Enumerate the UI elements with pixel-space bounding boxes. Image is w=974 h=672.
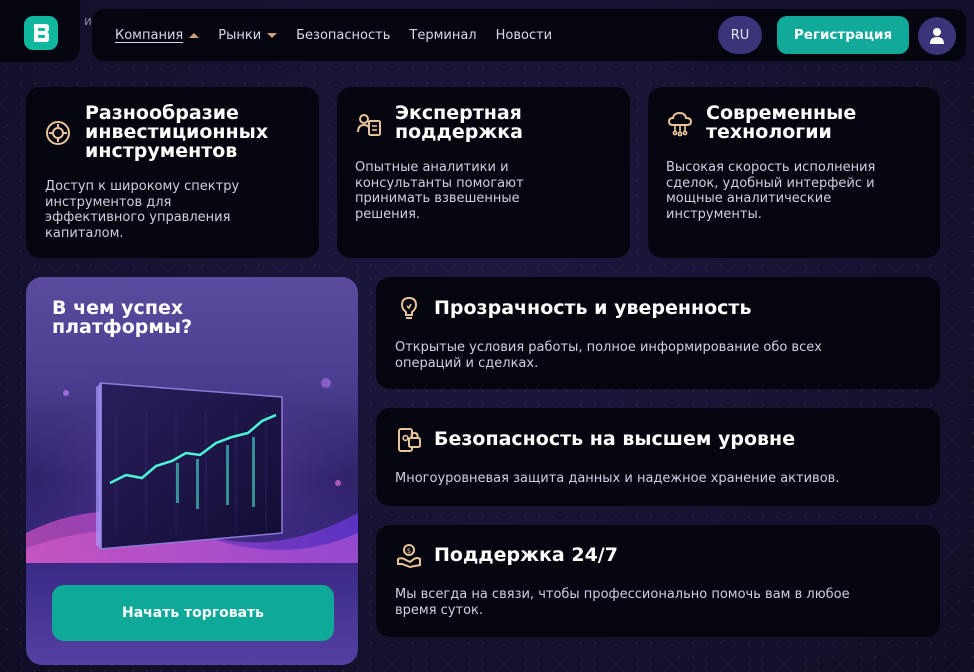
expert-icon — [356, 112, 382, 138]
start-trading-button[interactable]: Начать торговать — [52, 585, 334, 641]
logo-container[interactable] — [0, 0, 80, 62]
feature-text: Доступ к широкому спектру инструментов д… — [45, 179, 240, 241]
feature-card-expert: Экспертная поддержка Опытные аналитики и… — [337, 87, 630, 258]
benefit-title: Безопасность на высшем уровне — [434, 428, 796, 450]
benefit-text: Открытые условия работы, полное информир… — [395, 340, 822, 371]
promo-card: В чем успех платформы? Начать торговать — [26, 277, 358, 665]
benefit-title: Прозрачность и уверенность — [434, 297, 752, 319]
language-switcher[interactable]: RU — [718, 16, 762, 54]
nav-item-terminal[interactable]: Терминал — [409, 28, 476, 43]
feature-text: Высокая скорость исполнения сделок, удоб… — [666, 160, 876, 222]
svg-text:$: $ — [407, 547, 411, 555]
trading-screen-illustration — [26, 363, 358, 563]
nav-label: Безопасность — [296, 27, 391, 43]
feature-title: Разнообразие инвестиционных инструментов — [85, 102, 269, 162]
benefit-card-support: $ Поддержка 24/7 Мы всегда на связи, что… — [376, 525, 940, 637]
feature-text: Опытные аналитики и консультанты помогаю… — [355, 160, 524, 222]
feature-card-tech: Современные технологии Высокая скорость … — [648, 87, 940, 258]
cloud-tech-icon — [667, 111, 693, 137]
top-navigation: Компания Рынки Безопасность Терминал Нов… — [92, 9, 966, 61]
caret-up-icon — [189, 32, 200, 38]
lightbulb-icon — [396, 295, 422, 321]
caret-down-icon — [267, 32, 278, 38]
nav-item-security[interactable]: Безопасность — [296, 28, 390, 43]
nav-item-markets[interactable]: Рынки — [218, 27, 278, 43]
benefit-text: Многоуровневая защита данных и надежное … — [395, 471, 840, 486]
secure-phone-icon — [396, 427, 422, 453]
feature-title: Экспертная поддержка — [395, 102, 523, 143]
benefit-text: Мы всегда на связи, чтобы профессиональн… — [395, 587, 850, 618]
support-hands-icon: $ — [396, 543, 422, 569]
feature-title: Современные технологии — [706, 102, 857, 143]
nav-label: Компания — [115, 27, 184, 43]
feature-card-instruments: Разнообразие инвестиционных инструментов… — [26, 87, 319, 258]
benefit-title: Поддержка 24/7 — [434, 544, 618, 566]
nav-item-company[interactable]: Компания — [115, 27, 200, 43]
nav-item-news[interactable]: Новости — [496, 28, 553, 43]
benefit-card-transparency: Прозрачность и уверенность Открытые усло… — [376, 277, 940, 389]
coin-gear-icon — [45, 120, 71, 146]
benefit-card-security: Безопасность на высшем уровне Многоуровн… — [376, 408, 940, 506]
promo-title: В чем успех платформы? — [52, 297, 193, 338]
logo-icon[interactable] — [24, 16, 58, 50]
register-button[interactable]: Регистрация — [777, 16, 909, 54]
nav-label: Рынки — [218, 27, 262, 43]
nav-label: Терминал — [409, 27, 477, 43]
user-icon[interactable] — [918, 17, 956, 55]
nav-label: Новости — [495, 27, 553, 43]
